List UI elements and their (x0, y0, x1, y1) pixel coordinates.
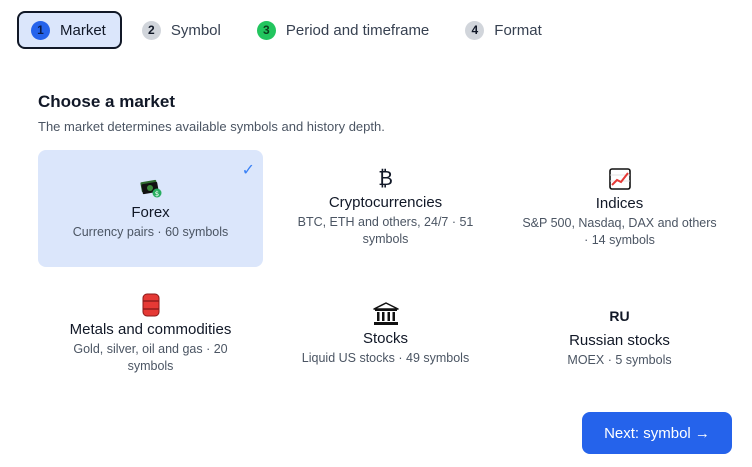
next-symbol-button[interactable]: Next: symbol → (582, 412, 732, 454)
step-symbol[interactable]: 2 Symbol (128, 11, 237, 49)
step-number: 4 (465, 20, 485, 40)
oil-barrel-icon (142, 293, 159, 317)
market-card-forex[interactable]: ✓ $ Forex Currency pairs · 60 symbols (38, 150, 263, 267)
money-icon: $ (139, 179, 161, 198)
market-card-metals[interactable]: Metals and commodities Gold, silver, oil… (38, 285, 263, 402)
step-number: 3 (256, 20, 276, 40)
market-desc: Gold, silver, oil and gas · 20 symbols (73, 342, 228, 373)
step-number: 1 (31, 20, 50, 40)
bitcoin-icon: ₿ (378, 166, 393, 190)
step-format[interactable]: 4 Format (451, 11, 558, 49)
market-card-stocks[interactable]: Stocks Liquid US stocks · 49 symbols (273, 285, 498, 402)
step-market[interactable]: 1 Market (17, 11, 122, 49)
market-card-crypto[interactable]: ₿ Cryptocurrencies BTC, ETH and others, … (273, 150, 498, 267)
market-desc: Liquid US stocks · 49 symbols (301, 351, 470, 365)
market-card-russian-stocks[interactable]: RU Russian stocks MOEX · 5 symbols (507, 285, 732, 402)
page-subtitle: The market determines available symbols … (38, 119, 385, 134)
market-card-indices[interactable]: Indices S&P 500, Nasdaq, DAX and others … (507, 150, 732, 267)
market-desc: MOEX · 5 symbols (567, 353, 672, 367)
market-name: Stocks (362, 330, 408, 347)
step-label: Format (494, 21, 542, 39)
market-desc: BTC, ETH and others, 24/7 · 51 symbols (297, 215, 474, 246)
page-title: Choose a market (38, 92, 175, 111)
market-desc: Currency pairs · 60 symbols (72, 225, 229, 239)
market-desc: S&P 500, Nasdaq, DAX and others · 14 sym… (522, 216, 717, 247)
check-icon: ✓ (241, 162, 255, 179)
svg-text:$: $ (154, 190, 158, 198)
market-name: Cryptocurrencies (328, 194, 443, 211)
chart-up-icon (608, 168, 631, 190)
step-period-timeframe[interactable]: 3 Period and timeframe (243, 11, 445, 49)
stepper: 1 Market 2 Symbol 3 Period and timeframe… (17, 11, 564, 49)
step-number: 2 (141, 20, 161, 40)
market-name: Metals and commodities (69, 321, 232, 338)
step-label: Symbol (170, 21, 221, 39)
bank-icon (372, 302, 399, 325)
market-name: Forex (131, 204, 170, 221)
step-label: Market (60, 21, 106, 39)
step-label: Period and timeframe (285, 21, 430, 39)
ru-badge-icon: RU (609, 308, 630, 324)
market-name: Russian stocks (569, 332, 670, 349)
market-name: Indices (595, 195, 644, 212)
